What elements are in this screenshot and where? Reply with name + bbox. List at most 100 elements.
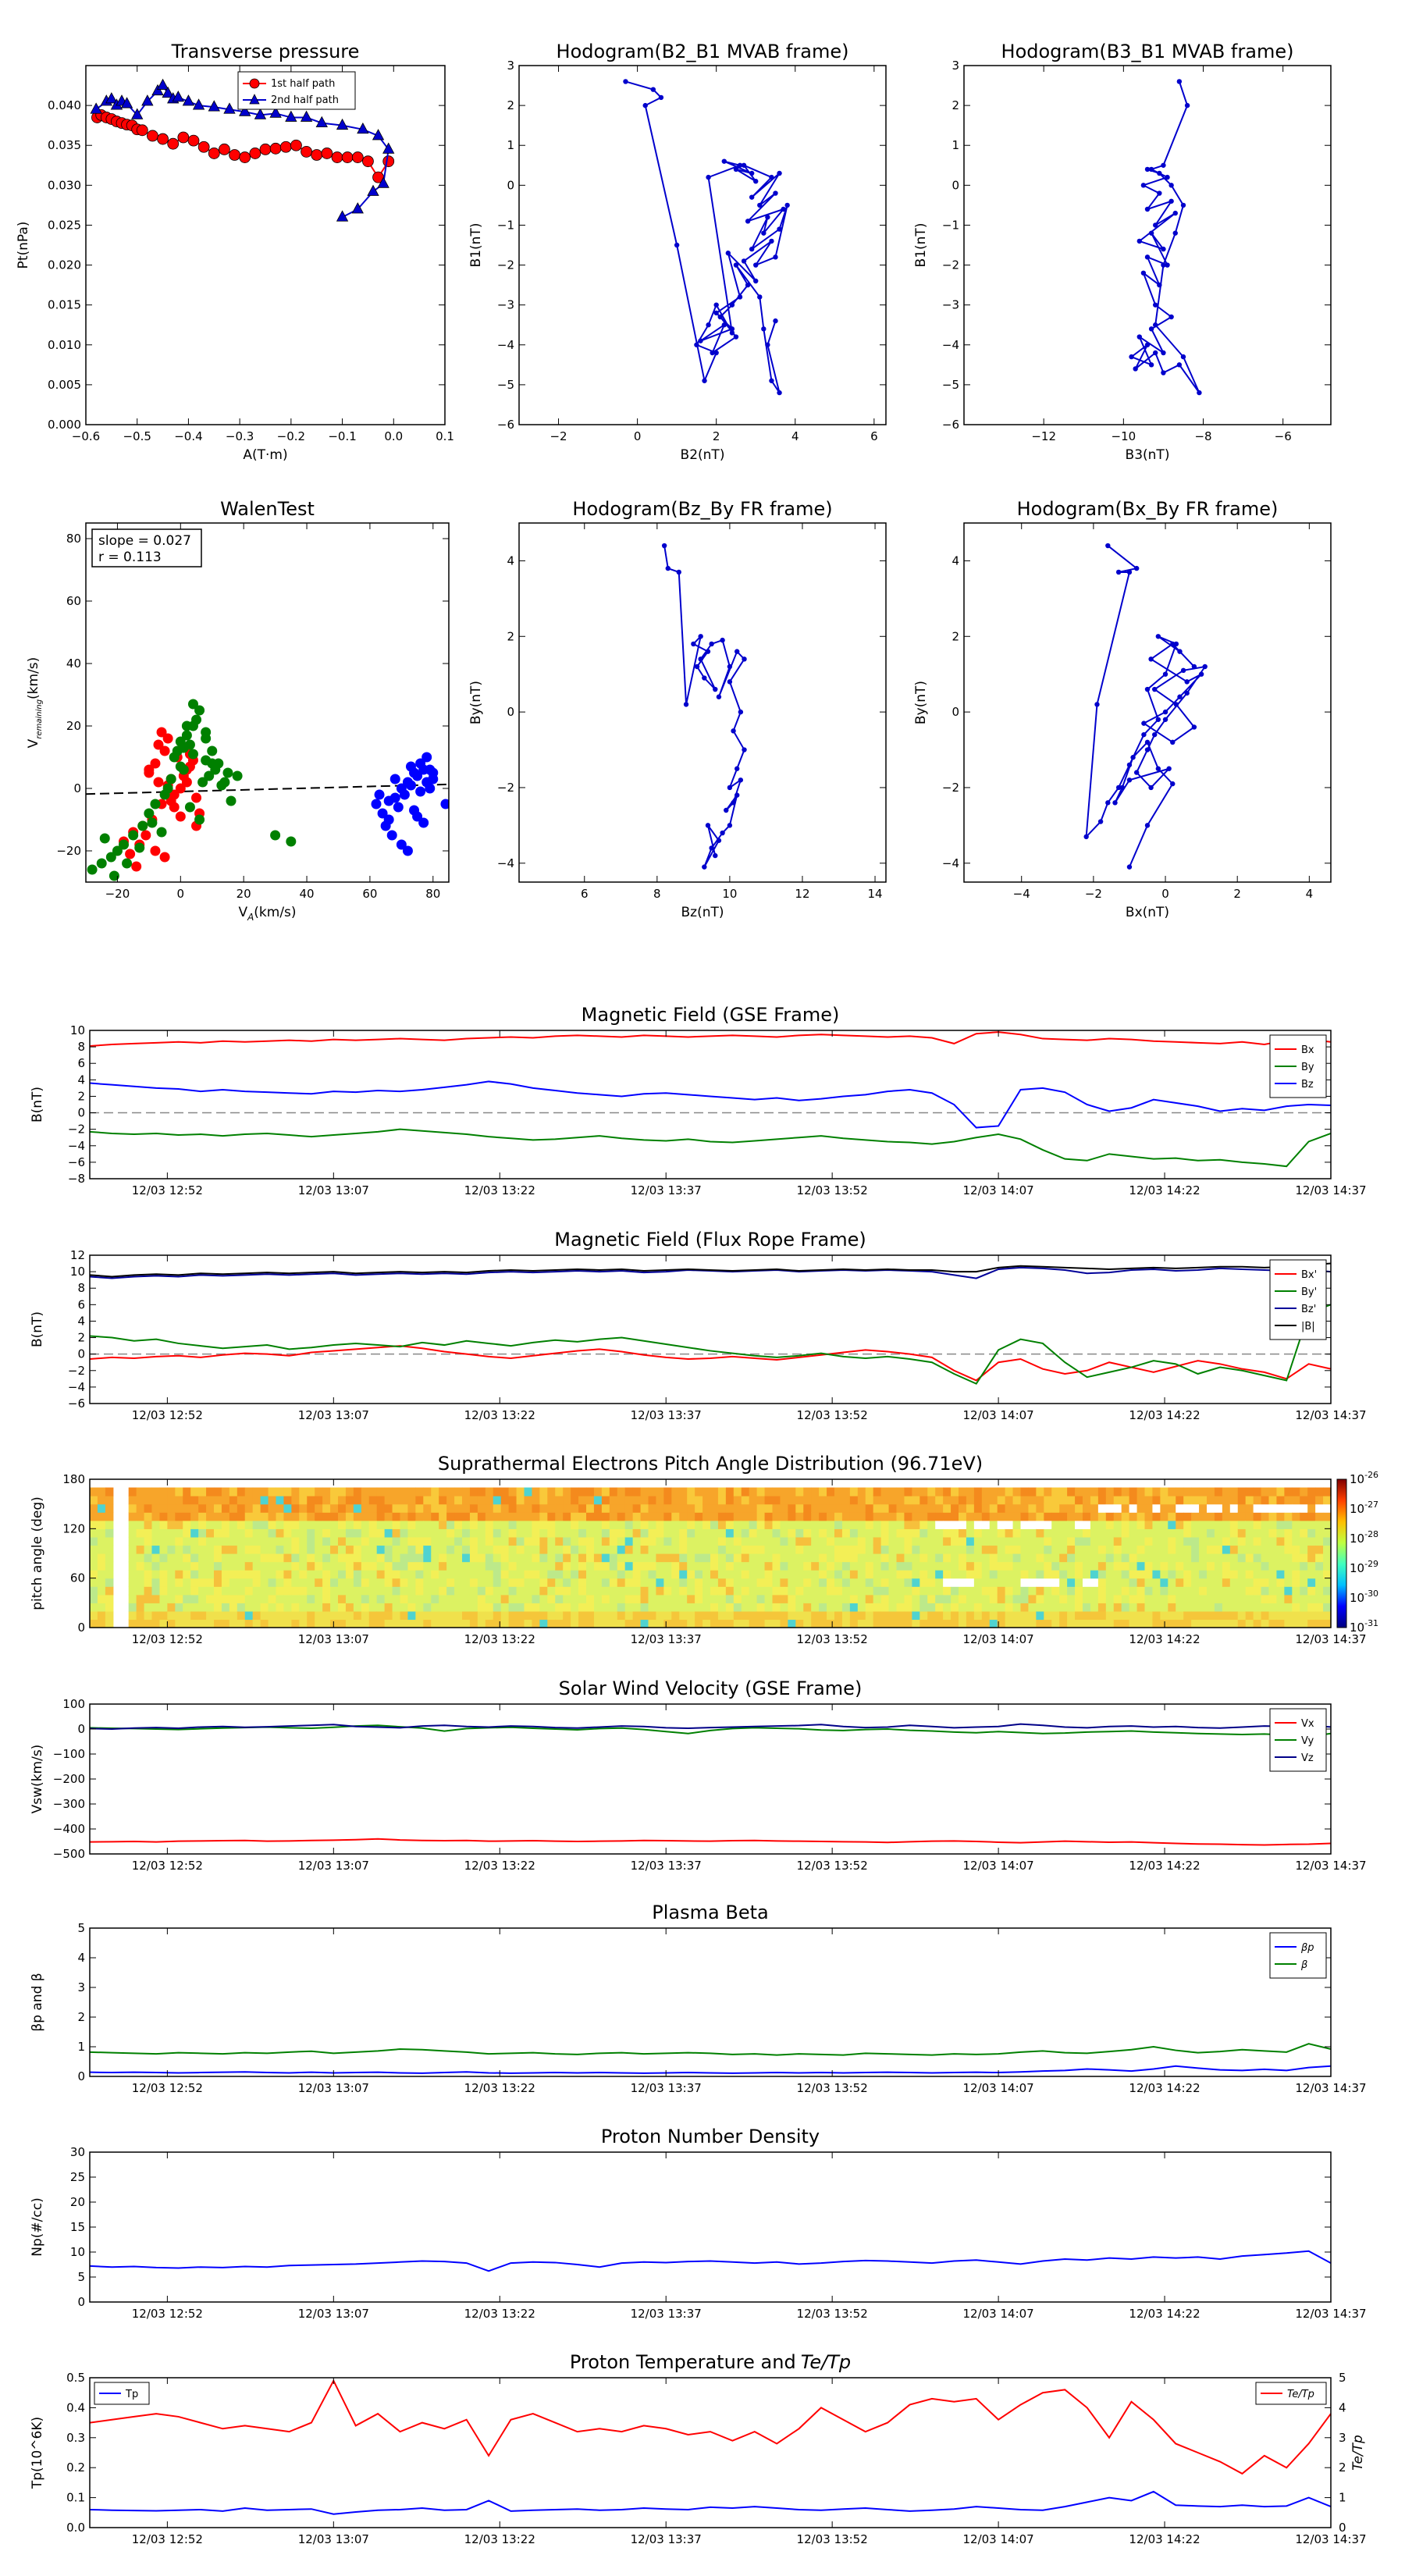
heatmap-cell xyxy=(244,1570,254,1579)
heatmap-cell xyxy=(1067,1594,1076,1603)
heatmap-cell xyxy=(803,1603,812,1612)
colorbar-tick-base: 10 xyxy=(1350,1472,1364,1486)
y-tick-label: 3 xyxy=(77,1980,85,1994)
heatmap-cell xyxy=(485,1496,494,1505)
heatmap-cell xyxy=(795,1496,804,1505)
data-point xyxy=(735,792,740,798)
heatmap-cell xyxy=(624,1520,634,1529)
heatmap-cell xyxy=(532,1536,540,1546)
heatmap-cell xyxy=(407,1503,416,1513)
heatmap-cell xyxy=(795,1603,804,1612)
heatmap-cell xyxy=(811,1503,820,1513)
heatmap-cell xyxy=(462,1561,471,1571)
heatmap-cell xyxy=(1191,1496,1200,1505)
heatmap-cell xyxy=(1229,1496,1239,1505)
heatmap-cell xyxy=(446,1594,455,1603)
colorbar-tick-exponent: -30 xyxy=(1364,1589,1378,1599)
heatmap-cell xyxy=(431,1610,439,1621)
heatmap-cell xyxy=(1183,1503,1192,1513)
heatmap-cell xyxy=(353,1578,362,1587)
series-line-By' xyxy=(90,1304,1331,1385)
y-tick-label: 0.025 xyxy=(48,218,81,232)
heatmap-cell xyxy=(959,1603,967,1612)
heatmap-cell xyxy=(1160,1561,1168,1571)
heatmap-cell xyxy=(1160,1594,1168,1603)
heatmap-cell xyxy=(244,1553,254,1563)
heatmap-cell xyxy=(190,1570,199,1579)
heatmap-cell xyxy=(1292,1594,1300,1603)
heatmap-cell xyxy=(1083,1578,1091,1587)
heatmap-cell xyxy=(144,1512,153,1521)
heatmap-cell xyxy=(788,1545,796,1554)
heatmap-cell xyxy=(1191,1570,1200,1579)
heatmap-cell xyxy=(935,1561,944,1571)
heatmap-cell xyxy=(710,1520,719,1529)
heatmap-cell xyxy=(1113,1503,1122,1513)
heatmap-cell xyxy=(827,1503,835,1513)
heatmap-cell xyxy=(880,1528,890,1538)
heatmap-cell xyxy=(671,1578,680,1587)
heatmap-cell xyxy=(586,1594,595,1603)
heatmap-cell xyxy=(547,1545,556,1554)
heatmap-cell xyxy=(663,1594,672,1603)
data-point xyxy=(162,783,173,794)
heatmap-cell xyxy=(1284,1578,1293,1587)
heatmap-cell xyxy=(1113,1610,1122,1621)
data-point xyxy=(757,294,763,300)
heatmap-cell xyxy=(989,1594,998,1603)
heatmap-cell xyxy=(439,1496,447,1505)
heatmap-cell xyxy=(1020,1570,1030,1579)
heatmap-cell xyxy=(1144,1586,1154,1596)
heatmap-cell xyxy=(788,1536,796,1546)
heatmap-cell xyxy=(725,1594,735,1603)
heatmap-cell xyxy=(1214,1512,1223,1521)
heatmap-cell xyxy=(632,1561,642,1571)
heatmap-cell xyxy=(1245,1512,1254,1521)
heatmap-cell xyxy=(827,1553,835,1563)
heatmap-cell xyxy=(1237,1536,1247,1546)
heatmap-cell xyxy=(524,1496,533,1505)
heatmap-cell xyxy=(237,1553,246,1563)
heatmap-cell xyxy=(167,1578,176,1587)
heatmap-cell xyxy=(617,1553,626,1563)
heatmap-cell xyxy=(741,1619,750,1628)
heatmap-cell xyxy=(524,1578,533,1587)
heatmap-cell xyxy=(717,1570,727,1579)
heatmap-cell xyxy=(555,1603,564,1612)
heatmap-cell xyxy=(462,1496,471,1505)
y-tick-label: 4 xyxy=(507,553,514,568)
heatmap-cell xyxy=(951,1520,959,1529)
heatmap-cell xyxy=(593,1610,603,1621)
heatmap-cell xyxy=(1005,1528,1014,1538)
heatmap-cell xyxy=(896,1586,905,1596)
heatmap-cell xyxy=(865,1570,874,1579)
x-tick-label: −6 xyxy=(1275,429,1292,443)
heatmap-cell xyxy=(283,1578,292,1587)
heatmap-cell xyxy=(687,1619,695,1628)
heatmap-cell xyxy=(943,1570,951,1579)
heatmap-cell xyxy=(951,1545,959,1554)
y-tick-label: 5 xyxy=(77,1921,85,1935)
heatmap-cell xyxy=(624,1528,634,1538)
heatmap-cell xyxy=(90,1528,98,1538)
heatmap-cell xyxy=(710,1503,719,1513)
heatmap-cell xyxy=(237,1487,246,1496)
heatmap-cell xyxy=(741,1603,750,1612)
heatmap-cell xyxy=(175,1520,183,1529)
right-tick-label: 1 xyxy=(1339,2491,1346,2505)
data-point xyxy=(706,322,711,328)
heatmap-cell xyxy=(733,1561,742,1571)
heatmap-cell xyxy=(578,1528,587,1538)
heatmap-cell xyxy=(772,1536,781,1546)
heatmap-cell xyxy=(1292,1570,1300,1579)
heatmap-cell xyxy=(454,1578,463,1587)
chart-title: Magnetic Field (GSE Frame) xyxy=(582,1004,840,1026)
heatmap-cell xyxy=(959,1570,967,1579)
heatmap-cell xyxy=(966,1528,975,1538)
heatmap-cell xyxy=(190,1528,199,1538)
heatmap-cell xyxy=(516,1496,525,1505)
heatmap-cell xyxy=(345,1536,354,1546)
data-point xyxy=(1141,731,1147,738)
heatmap-cell xyxy=(128,1520,137,1529)
data-point xyxy=(1144,739,1151,745)
